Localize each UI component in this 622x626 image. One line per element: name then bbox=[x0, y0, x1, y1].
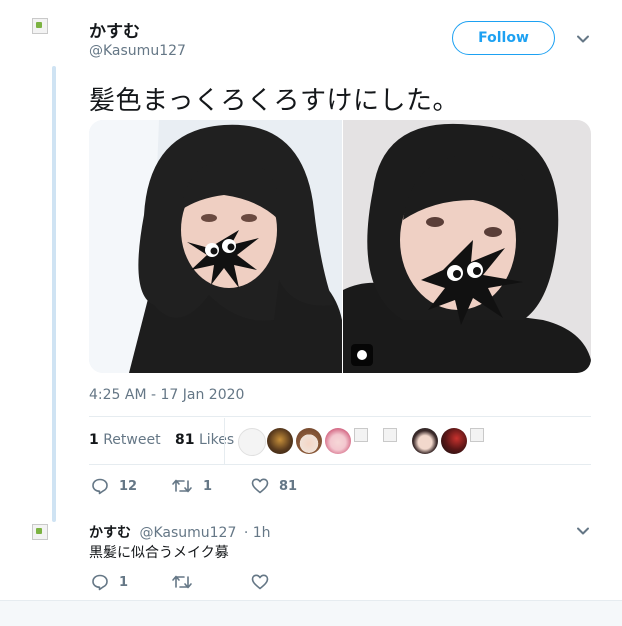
liker-avatar[interactable] bbox=[470, 428, 496, 454]
divider bbox=[89, 464, 591, 465]
reply-icon bbox=[92, 478, 108, 495]
reply-header: かすむ @Kasumu127 · 1h bbox=[89, 522, 271, 542]
broken-image-icon bbox=[32, 524, 48, 540]
reply-author-avatar[interactable] bbox=[30, 522, 76, 568]
liker-avatar[interactable] bbox=[412, 428, 438, 454]
liker-avatar[interactable] bbox=[441, 428, 467, 454]
author-handle[interactable]: @Kasumu127 bbox=[89, 43, 186, 59]
reply-count: 12 bbox=[119, 478, 138, 494]
broken-image-icon bbox=[32, 18, 48, 34]
divider bbox=[89, 416, 591, 417]
tweet-stats: 1 Retweet 81 Likes bbox=[89, 432, 234, 448]
retweet-icon bbox=[172, 479, 192, 493]
liker-avatar[interactable] bbox=[267, 428, 293, 454]
heart-icon bbox=[251, 478, 269, 494]
retweet-action[interactable] bbox=[171, 573, 203, 591]
thread-line bbox=[52, 66, 56, 522]
like-count: 81 bbox=[279, 478, 298, 494]
likes-stat[interactable]: 81 Likes bbox=[175, 432, 234, 448]
liker-avatar[interactable] bbox=[325, 428, 351, 454]
chevron-down-icon[interactable] bbox=[576, 32, 590, 46]
reply-count: 1 bbox=[119, 574, 129, 590]
heart-icon bbox=[251, 574, 269, 590]
tweet-photo-2[interactable] bbox=[343, 120, 591, 373]
author-avatar[interactable] bbox=[30, 16, 76, 62]
retweet-icon bbox=[172, 575, 192, 589]
retweet-action[interactable]: 1 bbox=[171, 477, 212, 495]
follow-button[interactable]: Follow bbox=[452, 21, 555, 55]
reply-text: 黒髪に似合うメイク募 bbox=[89, 545, 229, 561]
liker-avatar[interactable] bbox=[296, 428, 322, 454]
tweet-timestamp[interactable]: 4:25 AM - 17 Jan 2020 bbox=[89, 387, 244, 403]
liker-avatar[interactable] bbox=[354, 428, 380, 454]
tweet-text: 髪色まっくろくろすけにした。 bbox=[89, 86, 459, 116]
like-action[interactable] bbox=[251, 573, 279, 591]
like-action[interactable]: 81 bbox=[251, 477, 297, 495]
author-name[interactable]: かすむ bbox=[89, 17, 140, 42]
reply-action[interactable]: 12 bbox=[91, 477, 137, 495]
retweet-count: 1 bbox=[203, 478, 213, 494]
reply-time[interactable]: · 1h bbox=[244, 525, 271, 541]
reply-action[interactable]: 1 bbox=[91, 573, 128, 591]
retweet-stat[interactable]: 1 Retweet bbox=[89, 432, 161, 448]
reply-icon bbox=[92, 574, 108, 591]
stats-separator bbox=[224, 418, 225, 464]
reply-author-name[interactable]: かすむ bbox=[89, 525, 131, 541]
next-tweet-area bbox=[0, 600, 622, 626]
reply-author-handle[interactable]: @Kasumu127 bbox=[139, 525, 236, 541]
chevron-down-icon[interactable] bbox=[576, 524, 590, 538]
liker-avatar[interactable] bbox=[383, 428, 409, 454]
tweet-photo-1[interactable] bbox=[89, 120, 342, 373]
liker-avatar[interactable] bbox=[238, 428, 266, 456]
